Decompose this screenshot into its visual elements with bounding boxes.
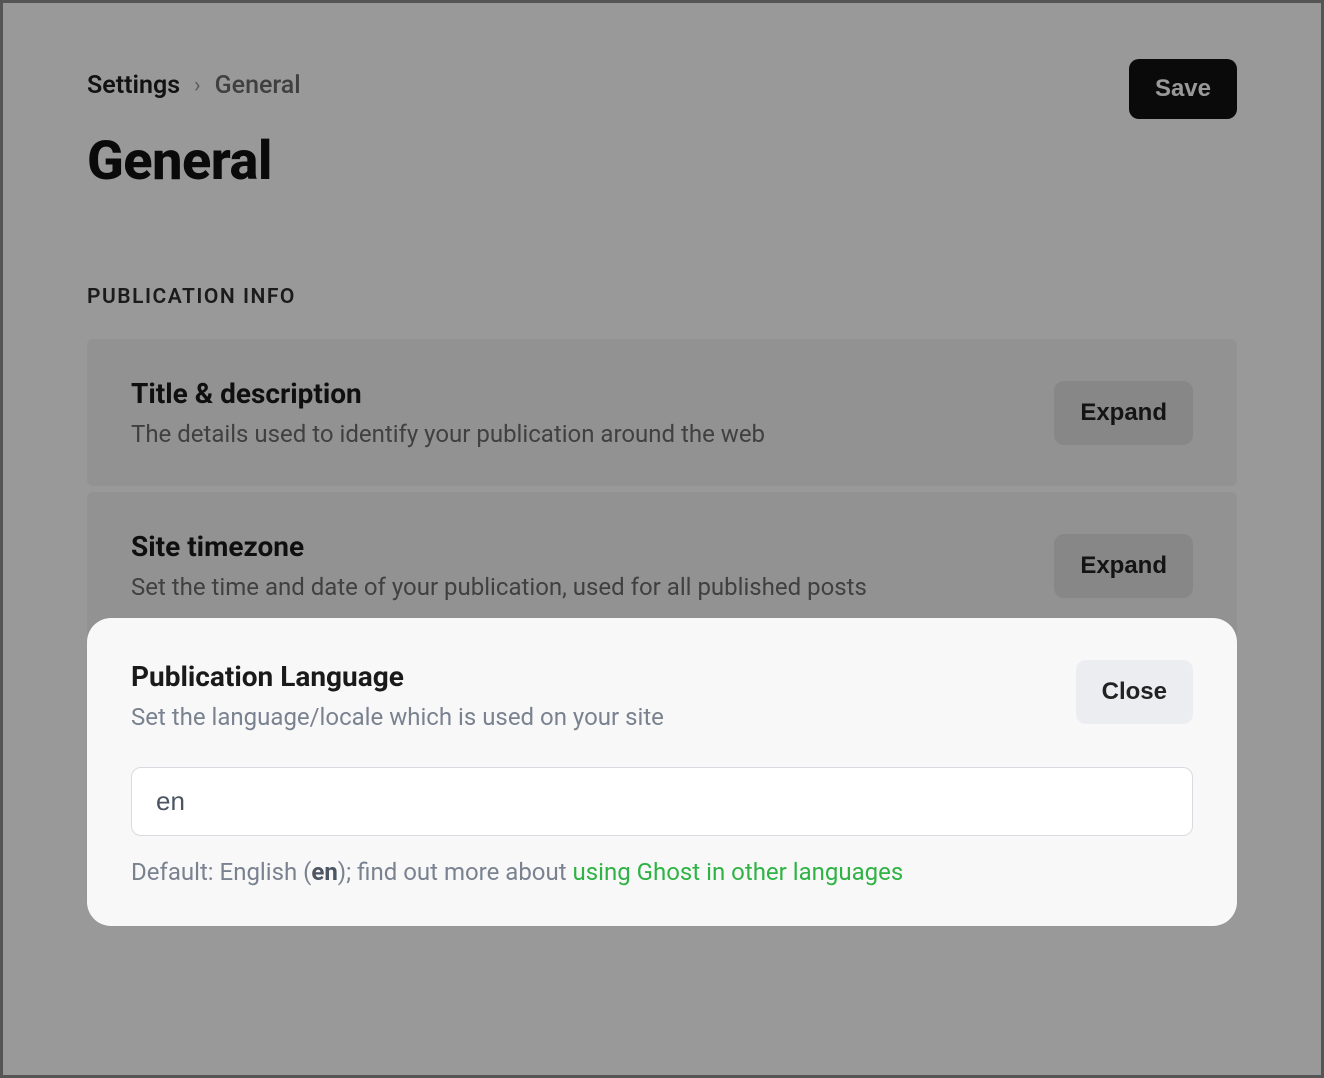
publication-language-input[interactable] — [131, 767, 1193, 836]
help-prefix: Default: English ( — [131, 858, 311, 886]
help-link[interactable]: using Ghost in other languages — [573, 858, 904, 886]
card-title-description: Title & description The details used to … — [87, 339, 1237, 486]
help-mid: ); find out more about — [338, 858, 573, 886]
card-title: Title & description — [131, 377, 765, 410]
card-description: Set the time and date of your publicatio… — [131, 573, 867, 601]
breadcrumb-current: General — [215, 71, 301, 100]
page-title: General — [87, 130, 1237, 193]
card-site-timezone: Site timezone Set the time and date of y… — [87, 492, 1237, 639]
publication-language-panel: Publication Language Set the language/lo… — [87, 618, 1237, 926]
section-label: PUBLICATION INFO — [87, 285, 1237, 309]
panel-title: Publication Language — [131, 660, 664, 693]
breadcrumb-root[interactable]: Settings — [87, 71, 180, 100]
save-button[interactable]: Save — [1129, 59, 1237, 119]
help-text: Default: English (en); find out more abo… — [131, 858, 1193, 886]
settings-cards: Title & description The details used to … — [87, 339, 1237, 639]
expand-button[interactable]: Expand — [1054, 381, 1193, 445]
chevron-right-icon: › — [194, 73, 201, 98]
panel-description: Set the language/locale which is used on… — [131, 703, 664, 731]
page-body: Settings › General Save General PUBLICAT… — [3, 3, 1321, 639]
close-button[interactable]: Close — [1076, 660, 1193, 724]
card-description: The details used to identify your public… — [131, 420, 765, 448]
breadcrumb: Settings › General — [87, 71, 1237, 100]
help-code: en — [311, 858, 337, 886]
card-title: Site timezone — [131, 530, 867, 563]
expand-button[interactable]: Expand — [1054, 534, 1193, 598]
